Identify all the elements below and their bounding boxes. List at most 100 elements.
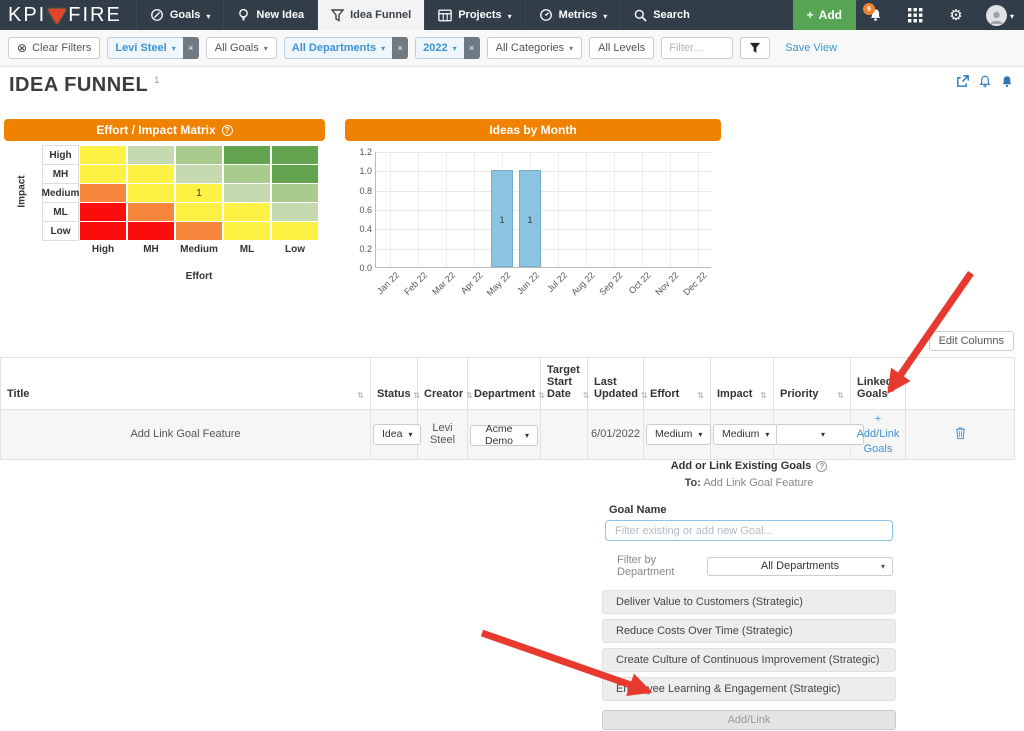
matrix-cell[interactable] (223, 202, 271, 222)
bell-outline-icon[interactable] (978, 74, 992, 89)
matrix-cell[interactable] (175, 202, 223, 222)
trash-icon[interactable] (954, 426, 967, 440)
goal-option[interactable]: Create Culture of Continuous Improvement… (602, 648, 896, 672)
column-header-priority[interactable]: Priority⇅ (774, 358, 851, 410)
goal-option[interactable]: Employee Learning & Engagement (Strategi… (602, 677, 896, 701)
matrix-cell[interactable] (127, 202, 175, 222)
matrix-cell[interactable] (271, 221, 319, 241)
column-header-last-updated[interactable]: Last Updated⇅ (588, 358, 644, 410)
chevron-down-icon: ▾ (453, 44, 457, 53)
effort-dropdown[interactable]: Medium▾ (646, 424, 711, 445)
nav-item-projects[interactable]: Projects ▾ (424, 0, 524, 30)
x-tick-label: Jul 22 (545, 270, 569, 294)
apply-filter-button[interactable] (740, 37, 770, 59)
filter-input[interactable] (661, 37, 733, 59)
help-icon[interactable]: ? (816, 461, 827, 472)
kpi-fire-logo[interactable]: KPI FIRE (0, 0, 136, 30)
edit-columns-button[interactable]: Edit Columns (929, 331, 1014, 351)
add-link-goals-link[interactable]: + Add/Link Goals (853, 412, 903, 457)
matrix-cell[interactable] (79, 183, 127, 203)
clear-filters-label: Clear Filters (32, 42, 91, 54)
department-dropdown[interactable]: Acme Demo▾ (470, 425, 538, 446)
matrix-cell[interactable] (127, 164, 175, 184)
remove-year-filter-button[interactable]: × (464, 37, 480, 59)
cell-title[interactable]: Add Link Goal Feature (1, 410, 371, 460)
matrix-cell[interactable] (223, 164, 271, 184)
matrix-cell[interactable] (175, 221, 223, 241)
departments-filter[interactable]: All Departments▾ × (284, 37, 408, 59)
save-view-link[interactable]: Save View (785, 42, 837, 54)
ideas-table: Title⇅ Status⇅ Creator⇅ Department⇅ Targ… (0, 357, 1015, 460)
chart-title: Ideas by Month (489, 123, 576, 137)
bar[interactable]: 1 (491, 170, 513, 267)
help-icon[interactable]: ? (222, 125, 233, 136)
matrix-col-label: ML (223, 241, 271, 258)
clear-filters-button[interactable]: ⊗ Clear Filters (8, 37, 100, 59)
lightbulb-icon (237, 8, 250, 22)
column-header-title[interactable]: Title⇅ (1, 358, 371, 410)
year-filter[interactable]: 2022▾ × (415, 37, 480, 59)
notification-badge: 9 (863, 3, 875, 15)
add-link-button[interactable]: Add/Link (602, 710, 896, 730)
matrix-cell[interactable] (223, 145, 271, 165)
nav-item-new-idea[interactable]: New Idea (223, 0, 317, 30)
matrix-cell[interactable] (79, 221, 127, 241)
goal-name-input[interactable] (605, 520, 893, 541)
remove-departments-filter-button[interactable]: × (392, 37, 408, 59)
status-dropdown[interactable]: Idea▾ (373, 424, 421, 445)
goal-option[interactable]: Deliver Value to Customers (Strategic) (602, 590, 896, 614)
column-header-department[interactable]: Department⇅ (468, 358, 541, 410)
column-header-target-start-date[interactable]: Target Start Date⇅ (541, 358, 588, 410)
notifications-button[interactable]: 9 (856, 0, 896, 30)
matrix-cell[interactable]: 1 (175, 183, 223, 203)
matrix-cell[interactable] (223, 221, 271, 241)
user-filter[interactable]: Levi Steel▾ × (107, 37, 198, 59)
goals-filter[interactable]: All Goals▾ (206, 37, 277, 59)
nav-label: New Idea (256, 9, 304, 21)
search-icon (634, 9, 647, 22)
departments-filter-value: All Departments (292, 42, 376, 54)
settings-button[interactable]: ⚙ (936, 0, 976, 30)
y-tick-label: 1.0 (344, 166, 372, 176)
matrix-cell[interactable] (271, 202, 319, 222)
matrix-cell[interactable] (223, 183, 271, 203)
categories-filter[interactable]: All Categories▾ (487, 37, 583, 59)
bell-filled-icon[interactable] (1000, 74, 1014, 89)
matrix-col-label: MH (127, 241, 175, 258)
matrix-row-label: Medium (42, 183, 79, 203)
share-icon[interactable] (955, 74, 970, 89)
apps-grid-button[interactable] (896, 0, 936, 30)
matrix-cell[interactable] (127, 183, 175, 203)
modal-department-dropdown[interactable]: All Departments ▾ (707, 557, 893, 576)
matrix-cell[interactable] (175, 164, 223, 184)
remove-user-filter-button[interactable]: × (183, 37, 199, 59)
matrix-cell[interactable] (271, 164, 319, 184)
matrix-cell[interactable] (127, 221, 175, 241)
y-tick-label: 0.6 (344, 205, 372, 215)
matrix-cell[interactable] (271, 183, 319, 203)
bar[interactable]: 1 (519, 170, 541, 267)
column-header-creator[interactable]: Creator⇅ (418, 358, 468, 410)
matrix-cell[interactable] (79, 145, 127, 165)
matrix-cell[interactable] (127, 145, 175, 165)
goal-option[interactable]: Reduce Costs Over Time (Strategic) (602, 619, 896, 643)
gridline (586, 152, 587, 267)
matrix-cell[interactable] (79, 202, 127, 222)
priority-dropdown[interactable]: ▾ (776, 424, 864, 445)
matrix-cell[interactable] (79, 164, 127, 184)
matrix-cell[interactable] (175, 145, 223, 165)
column-header-status[interactable]: Status⇅ (371, 358, 418, 410)
column-header-effort[interactable]: Effort⇅ (644, 358, 711, 410)
user-menu[interactable]: ▾ (976, 0, 1024, 30)
nav-item-idea-funnel[interactable]: Idea Funnel (317, 0, 424, 30)
add-button[interactable]: + Add (793, 0, 856, 30)
idea-funnel-page: { "icons": { "caret": "▾", "sort": "⇅", … (0, 0, 1024, 731)
levels-filter[interactable]: All Levels (589, 37, 654, 59)
column-header-impact[interactable]: Impact⇅ (711, 358, 774, 410)
impact-dropdown[interactable]: Medium▾ (713, 424, 778, 445)
nav-item-metrics[interactable]: Metrics ▾ (525, 0, 621, 30)
nav-item-goals[interactable]: Goals ▾ (136, 0, 224, 30)
nav-item-search[interactable]: Search (620, 0, 703, 30)
matrix-cell[interactable] (271, 145, 319, 165)
filter-bar: ⊗ Clear Filters Levi Steel▾ × All Goals▾… (0, 30, 1024, 67)
